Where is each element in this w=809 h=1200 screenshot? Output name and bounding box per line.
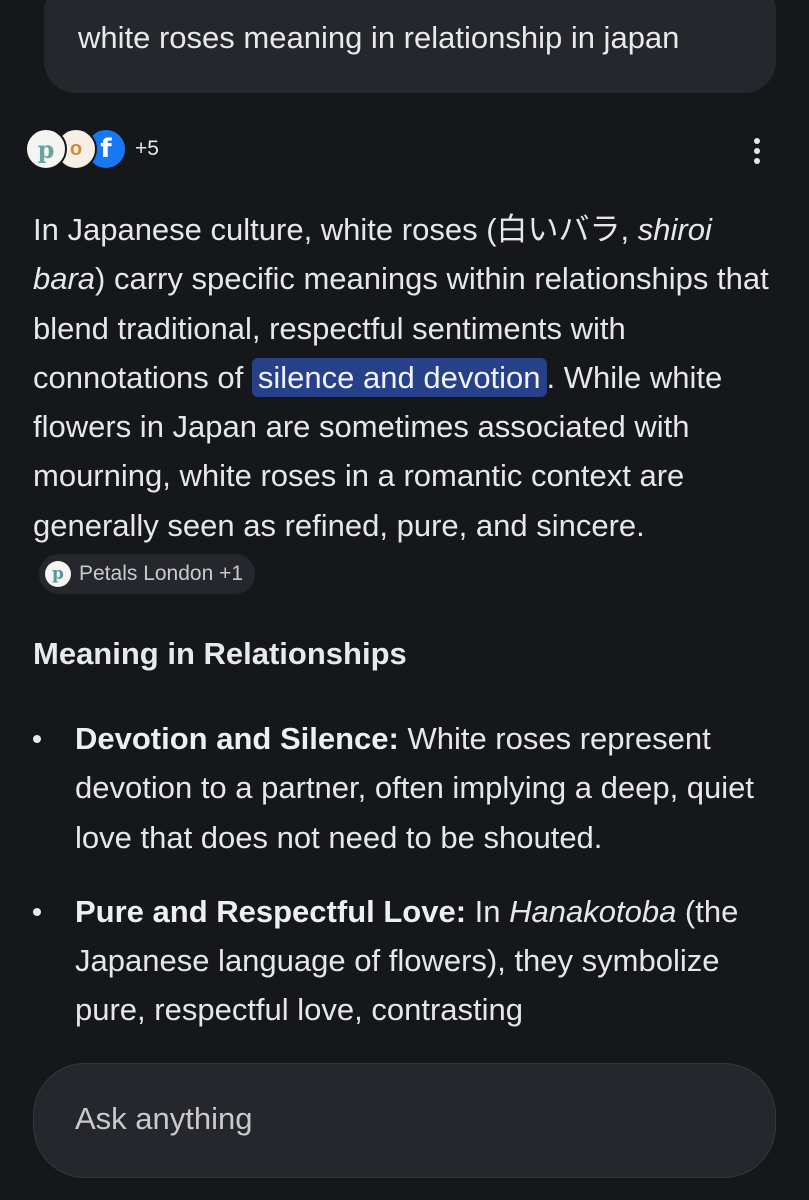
bullet-text: In <box>466 893 510 929</box>
section-heading: Meaning in Relationships <box>33 636 407 671</box>
answer-paragraph: In Japanese culture, white roses (白いバラ, … <box>33 205 781 599</box>
sources-row[interactable]: p o f +5 <box>25 128 159 170</box>
citation-label: Petals London +1 <box>79 561 244 585</box>
user-query-text: white roses meaning in relationship in j… <box>78 20 680 55</box>
list-item: Pure and Respectful Love: In Hanakotoba … <box>33 887 778 1035</box>
ask-input[interactable]: Ask anything <box>33 1063 776 1178</box>
citation-chip[interactable]: p Petals London +1 <box>39 553 256 594</box>
answer-text: In Japanese culture, white roses (白いバラ, <box>33 212 638 247</box>
bullet-list: Devotion and Silence: White roses repres… <box>33 714 778 1060</box>
petals-london-favicon-icon: p <box>45 560 71 587</box>
user-query-bubble[interactable]: white roses meaning in relationship in j… <box>44 0 776 93</box>
list-item: Devotion and Silence: White roses repres… <box>33 714 778 862</box>
highlighted-phrase[interactable]: silence and devotion <box>251 357 547 397</box>
more-options-icon[interactable] <box>742 132 772 170</box>
bullet-title: Pure and Respectful Love: <box>75 893 467 929</box>
bullet-dot <box>33 907 41 916</box>
ask-placeholder: Ask anything <box>75 1101 253 1136</box>
bullet-dot <box>33 735 41 743</box>
bullet-title: Devotion and Silence: <box>75 721 399 756</box>
petals-london-icon: p <box>25 128 67 170</box>
sources-extra-count: +5 <box>135 137 159 160</box>
bullet-italic-term: Hanakotoba <box>509 893 677 929</box>
